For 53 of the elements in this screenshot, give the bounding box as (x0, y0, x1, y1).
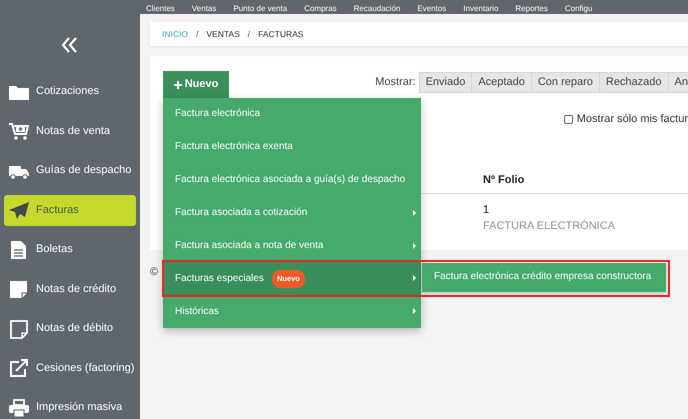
breadcrumb-separator: / (248, 28, 250, 40)
copyright-text: © (150, 265, 158, 280)
note-icon (8, 318, 30, 338)
menu-item-label: Factura asociada a cotización (175, 206, 308, 220)
filter-tab[interactable]: Con reparo (530, 72, 599, 93)
sidebar-item[interactable]: Notas de débito (4, 313, 136, 344)
caret-icon (413, 210, 416, 216)
nav-link[interactable]: Ventas (192, 3, 216, 14)
nav-link[interactable]: Compras (304, 3, 337, 14)
caret-icon (413, 275, 416, 282)
checkbox-label: Mostrar sólo mis factur (576, 112, 688, 127)
filter-label: Mostrar: (375, 75, 416, 90)
column-header: Nº Folio (483, 172, 524, 188)
external-link-icon (8, 358, 30, 378)
filter-tab[interactable]: Rechazado (598, 72, 668, 93)
paper-plane-icon (8, 200, 30, 220)
nav-link[interactable]: Recaudación (354, 3, 400, 14)
caret-icon (413, 242, 416, 249)
menu-item-label: Históricas (175, 304, 219, 319)
sidebar-item[interactable]: Boletas (4, 234, 136, 265)
nav-link[interactable]: Punto de venta (233, 3, 288, 14)
filter-tab[interactable]: Enviado (418, 72, 472, 93)
sidebar-item[interactable]: Cesiones (factoring) (4, 352, 136, 384)
nav-link[interactable]: Clientes (146, 3, 175, 14)
menu-item-label: Factura electrónica asociada a guía(s) de despacho (175, 173, 406, 188)
sidebar-item[interactable]: Notas de venta (4, 116, 136, 146)
caret-icon (413, 308, 416, 314)
nav-link[interactable]: Inventario (463, 3, 498, 14)
new-button[interactable]: Nuevo (163, 71, 229, 98)
filter-tab[interactable]: Aceptado (471, 72, 531, 93)
note-icon (8, 279, 30, 299)
nav-link[interactable]: Reportes (515, 3, 548, 14)
nav-link[interactable]: Eventos (417, 3, 446, 14)
checkbox[interactable] (564, 114, 573, 124)
table-cell-text: FACTURA ELECTRÓNICA (483, 218, 616, 234)
breadcrumb-item: VENTAS (206, 28, 240, 40)
breadcrumb-item: FACTURAS (258, 28, 304, 40)
nav-link[interactable]: Configu (564, 3, 592, 14)
plus-icon (174, 80, 182, 88)
menu-item-label: Factura asociada a nota de venta (175, 239, 324, 253)
menu-item-label: Facturas especiales (175, 272, 264, 286)
table-cell-text: 1 (483, 202, 490, 218)
menu-item-label: Factura electrónica (175, 107, 260, 122)
sidebar-item[interactable]: Cotizaciones (4, 76, 136, 107)
sidebar-item[interactable]: Guías de despacho (4, 155, 136, 186)
menu-item-label: Factura electrónica exenta (175, 140, 293, 154)
sidebar-item[interactable]: Facturas (4, 194, 136, 226)
sidebar-item[interactable]: Impresión masiva (4, 392, 136, 419)
collapse-icon (61, 37, 79, 53)
breadcrumb-separator: / (196, 28, 198, 40)
cart-icon (8, 121, 30, 141)
sidebar-item[interactable]: Notas de crédito (4, 274, 136, 304)
filter-tab[interactable]: An (668, 72, 688, 93)
